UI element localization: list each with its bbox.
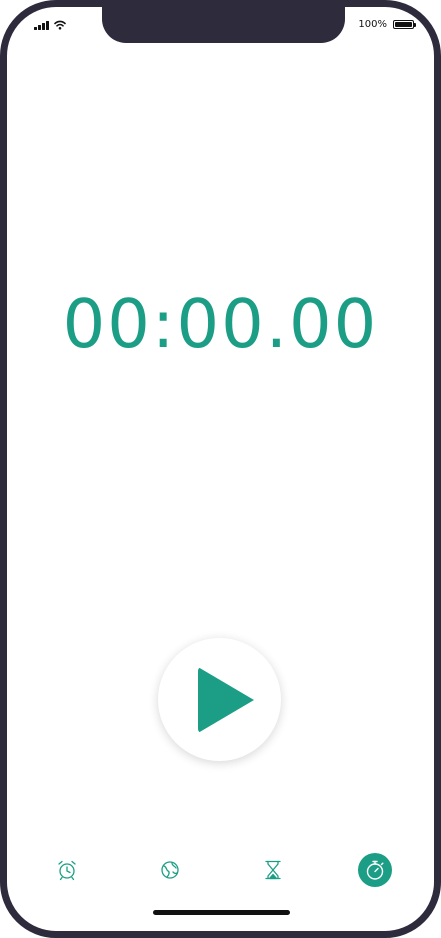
play-icon [197,666,254,733]
world-clock-icon [161,861,179,879]
cellular-signal-icon [34,21,49,30]
stopwatch-time: 00:00.00 [62,285,379,363]
wifi-icon [53,20,66,30]
play-button[interactable] [158,638,281,761]
alarm-clock-icon [58,860,76,881]
tab-alarm[interactable] [50,853,84,887]
battery-icon [393,20,416,29]
stopwatch-icon [366,860,384,880]
notch [102,7,345,43]
home-indicator[interactable] [153,910,290,915]
tab-stopwatch[interactable] [358,853,392,887]
tab-timer[interactable] [256,853,290,887]
battery-percentage: 100% [358,19,387,30]
status-left [34,20,66,30]
tab-world-clock[interactable] [153,853,187,887]
phone-frame: 100% 00:00.00 [0,0,441,938]
status-right: 100% [358,19,416,30]
hourglass-icon [265,860,281,880]
